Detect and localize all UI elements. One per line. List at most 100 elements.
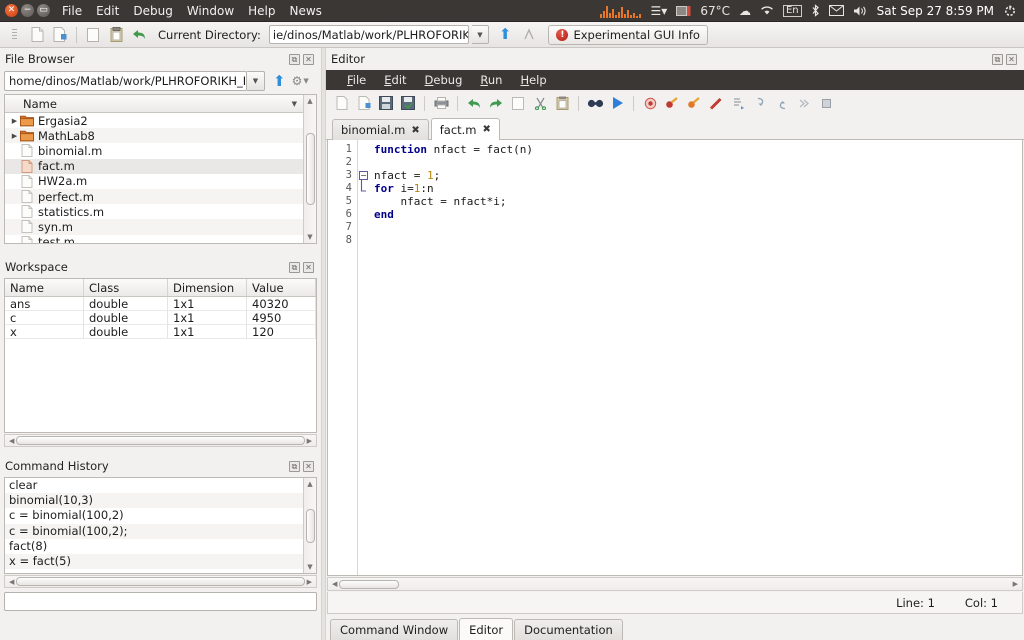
close-panel-icon[interactable]: ✕ <box>1006 53 1017 65</box>
expand-triangle-icon[interactable]: ▶ <box>9 117 20 125</box>
new-file-icon[interactable] <box>332 93 352 113</box>
code-line[interactable] <box>374 156 1022 169</box>
menu-debug[interactable]: Debug <box>133 4 172 18</box>
file-browser-item[interactable]: ▶ statistics.m <box>5 204 303 219</box>
menu-help[interactable]: Help <box>248 4 275 18</box>
code-line[interactable]: nfact = nfact*i; <box>374 195 1022 208</box>
editor-code-text[interactable]: function nfact = fact(n) nfact = 1; for i… <box>370 140 1022 575</box>
cut-icon[interactable] <box>530 93 550 113</box>
scroll-left-icon[interactable]: ◀ <box>7 437 16 445</box>
go-up-directory-icon[interactable]: ⬆ <box>499 27 512 42</box>
editor-menu-file[interactable]: File <box>338 73 375 87</box>
table-row[interactable]: x double 1x1 120 <box>5 325 316 339</box>
battery-icon[interactable] <box>676 5 691 17</box>
hamburger-menu-icon[interactable]: ☰▾ <box>651 5 668 17</box>
code-line[interactable]: end <box>374 208 1022 221</box>
editor-menu-debug[interactable]: Debug <box>416 73 472 87</box>
window-close-button[interactable]: ✕ <box>5 4 18 17</box>
scroll-left-icon[interactable]: ◀ <box>7 578 16 586</box>
power-gear-icon[interactable] <box>1003 4 1017 18</box>
save-file-icon[interactable] <box>376 93 396 113</box>
scroll-right-icon[interactable]: ▶ <box>305 437 314 445</box>
workspace-hscrollbar[interactable]: ◀ ▶ <box>4 434 317 447</box>
file-browser-item[interactable]: ▶ HW2a.m <box>5 174 303 189</box>
toggle-breakpoint-icon[interactable] <box>640 93 660 113</box>
code-line[interactable] <box>374 221 1022 234</box>
file-browser-item[interactable]: ▶ MathLab8 <box>5 128 303 144</box>
file-browser-settings-icon[interactable]: ⚙ ▼ <box>292 74 309 88</box>
workspace-col-dimension[interactable]: Dimension <box>168 279 247 296</box>
code-line[interactable]: nfact = 1; <box>374 169 1022 182</box>
browse-directory-icon[interactable] <box>519 25 539 45</box>
command-history-hscrollbar[interactable]: ◀ ▶ <box>4 575 317 588</box>
list-item[interactable]: fact(8) <box>5 539 303 554</box>
save-as-icon[interactable] <box>398 93 418 113</box>
undock-icon[interactable]: ⧉ <box>289 460 300 472</box>
expand-triangle-icon[interactable]: ▶ <box>9 193 20 201</box>
menu-news[interactable]: News <box>290 4 322 18</box>
bottom-tab[interactable]: Documentation <box>514 619 623 640</box>
list-item[interactable]: x = fact(5) <box>5 553 303 570</box>
undo-icon[interactable] <box>464 93 484 113</box>
step-icon[interactable] <box>728 93 748 113</box>
menu-window[interactable]: Window <box>187 4 234 18</box>
paste-icon[interactable] <box>106 25 126 45</box>
expand-triangle-icon[interactable]: ▶ <box>9 208 20 216</box>
current-directory-input[interactable]: ie/dinos/Matlab/work/PLHROFORIKH_I <box>268 25 469 44</box>
close-tab-icon[interactable]: ✖ <box>411 125 419 136</box>
editor-menu-run[interactable]: Run <box>471 73 511 87</box>
editor-menu-edit[interactable]: Edit <box>375 73 415 87</box>
code-line[interactable] <box>374 234 1022 247</box>
scroll-left-icon[interactable]: ◀ <box>330 580 339 588</box>
mail-icon[interactable] <box>828 5 844 16</box>
editor-code-area[interactable]: 12345678 − function nfact = fact(n) nfac… <box>327 140 1023 576</box>
new-function-icon[interactable] <box>354 93 374 113</box>
copy-icon[interactable] <box>508 93 528 113</box>
code-line[interactable]: function nfact = fact(n) <box>374 143 1022 156</box>
temperature-indicator[interactable]: 67°C <box>700 5 730 17</box>
volume-icon[interactable] <box>853 5 868 17</box>
fold-collapse-icon[interactable]: − <box>359 171 368 180</box>
expand-triangle-icon[interactable]: ▶ <box>9 147 20 155</box>
keyboard-layout-icon[interactable]: En <box>782 4 802 17</box>
scroll-thumb[interactable] <box>339 579 400 589</box>
previous-breakpoint-icon[interactable] <box>684 93 704 113</box>
list-item[interactable]: c = binomial(100,2); <box>5 523 303 539</box>
undock-icon[interactable]: ⧉ <box>289 261 300 273</box>
file-browser-up-icon[interactable]: ⬆ <box>273 73 286 89</box>
bottom-tab[interactable]: Command Window <box>330 619 459 640</box>
clock[interactable]: Sat Sep 27 8:59 PM <box>877 4 994 18</box>
sort-caret-icon[interactable]: ▼ <box>292 100 297 108</box>
find-replace-icon[interactable] <box>585 93 605 113</box>
editor-tab[interactable]: fact.m ✖ <box>430 118 500 140</box>
experimental-gui-info-button[interactable]: ! Experimental GUI Info <box>548 24 708 45</box>
scroll-right-icon[interactable]: ▶ <box>305 578 314 586</box>
new-file-icon[interactable] <box>27 25 47 45</box>
editor-fold-gutter[interactable]: − <box>358 140 370 575</box>
scroll-right-icon[interactable]: ▶ <box>1011 580 1020 588</box>
bottom-tab[interactable]: Editor <box>459 618 514 640</box>
new-function-icon[interactable] <box>50 25 70 45</box>
code-line[interactable]: for i=1:n <box>374 182 1022 195</box>
file-browser-path-input[interactable]: home/dinos/Matlab/work/PLHROFORIKH_I <box>4 71 247 91</box>
current-directory-dropdown[interactable]: ▼ <box>471 25 489 44</box>
scroll-down-icon[interactable]: ▼ <box>307 563 312 571</box>
file-browser-column-header[interactable]: Name ▼ <box>5 95 303 113</box>
stop-icon[interactable] <box>816 93 836 113</box>
continue-icon[interactable] <box>794 93 814 113</box>
copy-icon[interactable] <box>83 25 103 45</box>
menu-file[interactable]: File <box>62 4 82 18</box>
wifi-icon[interactable] <box>760 5 774 16</box>
expand-triangle-icon[interactable]: ▶ <box>9 223 20 231</box>
workspace-col-class[interactable]: Class <box>84 279 168 296</box>
scroll-down-icon[interactable]: ▼ <box>307 233 312 241</box>
file-browser-item[interactable]: ▶ test.m <box>5 235 303 243</box>
command-history-vscrollbar[interactable]: ▲ ▼ <box>303 478 316 573</box>
window-maximize-button[interactable]: ▭ <box>37 4 50 17</box>
scroll-up-icon[interactable]: ▲ <box>307 480 312 488</box>
expand-triangle-icon[interactable]: ▶ <box>9 132 20 140</box>
list-item[interactable]: clear <box>5 478 303 493</box>
scroll-thumb[interactable] <box>16 436 305 445</box>
file-browser-vscrollbar[interactable]: ▲ ▼ <box>303 95 316 243</box>
expand-triangle-icon[interactable]: ▶ <box>9 177 20 185</box>
